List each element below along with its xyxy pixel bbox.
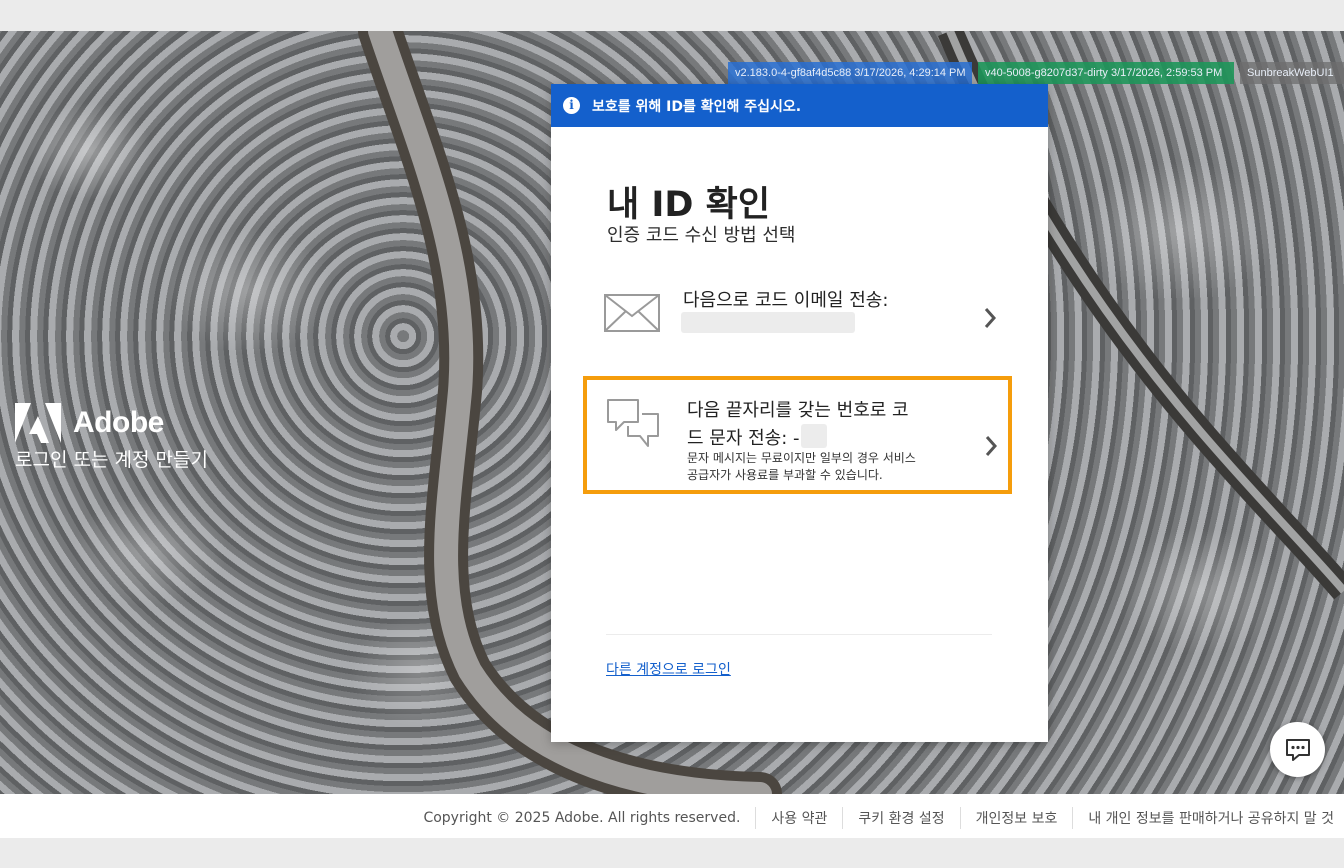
- footer-link-cookies[interactable]: 쿠키 환경 설정: [858, 808, 944, 828]
- build-tag-client: v2.183.0-4-gf8af4d5c88 3/17/2026, 4:29:1…: [728, 62, 972, 84]
- chat-button[interactable]: [1270, 722, 1325, 777]
- redacted-email: [681, 312, 855, 333]
- brand-name: Adobe: [73, 406, 164, 439]
- footer-link-terms[interactable]: 사용 약관: [771, 808, 827, 828]
- info-icon: i: [563, 97, 580, 114]
- copyright-text: Copyright © 2025 Adobe. All rights reser…: [423, 810, 741, 826]
- banner-text: 보호를 위해 ID를 확인해 주십시오.: [592, 98, 802, 115]
- chat-icon: [1285, 738, 1310, 761]
- email-option-title: 다음으로 코드 이메일 전송:: [683, 290, 889, 311]
- bottom-bar: [0, 838, 1344, 868]
- envelope-icon: [604, 294, 660, 332]
- footer-separator: [1072, 807, 1074, 829]
- email-code-option[interactable]: 다음으로 코드 이메일 전송:: [583, 276, 1012, 358]
- page-subtitle: 인증 코드 수신 방법 선택: [607, 225, 796, 246]
- verify-identity-card: i 보호를 위해 ID를 확인해 주십시오. 내 ID 확인 인증 코드 수신 …: [551, 84, 1048, 742]
- footer-separator: [842, 807, 844, 829]
- chevron-right-icon: [985, 436, 998, 456]
- top-bar: [0, 0, 1344, 31]
- sms-option-note-line1: 문자 메시지는 무료이지만 일부의 경우 서비스: [687, 451, 916, 465]
- divider: [606, 634, 992, 635]
- sms-option-note-line2: 공급자가 사용료를 부과할 수 있습니다.: [687, 468, 883, 482]
- brand-block: Adobe 로그인 또는 계정 만들기: [15, 403, 208, 472]
- page-title: 내 ID 확인: [607, 185, 771, 225]
- sms-option-title-line1: 다음 끝자리를 갖는 번호로 코: [687, 400, 909, 421]
- switch-account-link[interactable]: 다른 계정으로 로그인: [606, 659, 731, 679]
- footer-separator: [959, 807, 961, 829]
- brand-tagline: 로그인 또는 계정 만들기: [15, 449, 208, 471]
- sms-option-title-line2: 드 문자 전송: -: [687, 428, 800, 449]
- adobe-logo-icon: [15, 403, 61, 443]
- build-tag-server: v40-5008-g8207d37-dirty 3/17/2026, 2:59:…: [978, 62, 1234, 84]
- build-tags: v2.183.0-4-gf8af4d5c88 3/17/2026, 4:29:1…: [728, 62, 1344, 84]
- security-banner: i 보호를 위해 ID를 확인해 주십시오.: [551, 84, 1048, 127]
- chevron-right-icon: [984, 308, 997, 328]
- build-tag-app: SunbreakWebUI1: [1240, 62, 1344, 84]
- footer-link-do-not-sell[interactable]: 내 개인 정보를 판매하거나 공유하지 말 것: [1088, 808, 1334, 828]
- footer: Copyright © 2025 Adobe. All rights reser…: [0, 794, 1344, 838]
- footer-separator: [755, 807, 757, 829]
- footer-link-privacy[interactable]: 개인정보 보호: [976, 808, 1058, 828]
- chat-bubbles-icon: [607, 399, 659, 447]
- redacted-phone-digits: [801, 424, 827, 448]
- sms-code-option[interactable]: 다음 끝자리를 갖는 번호로 코 드 문자 전송: - 문자 메시지는 무료이지…: [583, 376, 1012, 494]
